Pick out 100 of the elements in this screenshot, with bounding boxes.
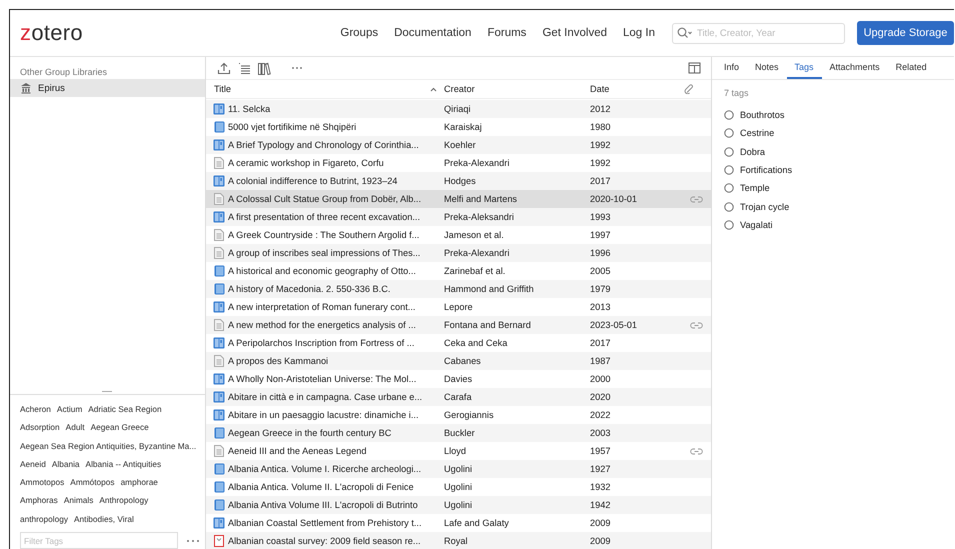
more-icon[interactable] <box>186 538 200 542</box>
item-row[interactable]: Albania Antica. Volume II. L'acropoli di Fenice Ugolini 1932 <box>206 478 711 496</box>
tag-link[interactable]: amphorae <box>120 473 158 492</box>
columns-icon[interactable] <box>688 62 701 74</box>
date-cell-text: 1996 <box>590 248 612 258</box>
tag-link[interactable]: Actium <box>56 400 82 418</box>
tag-circle-icon <box>724 183 734 194</box>
upgrade-button[interactable]: Upgrade Storage <box>857 21 954 45</box>
item-row[interactable]: 11. Selcka Qiriaqi 2012 <box>206 100 711 118</box>
creator-cell-text: Ugolini <box>444 500 474 510</box>
book-icon <box>214 121 224 133</box>
tag-link[interactable]: Animals <box>64 491 94 510</box>
pane-tab[interactable]: Related <box>888 57 935 79</box>
nav-link[interactable]: Forums <box>487 27 526 39</box>
zotero-logo[interactable]: zotero <box>20 20 83 46</box>
item-row[interactable]: A Peripolarchos Inscription from Fortress of ... Ceka and Ceka 2017 <box>206 334 711 352</box>
item-row[interactable]: A colonial indifference to Butrint, 1923–24 Hodges 2017 <box>206 172 711 190</box>
tag-link[interactable]: Anthropology <box>99 491 148 510</box>
creator-cell-text: Fontana and Bernard <box>444 320 532 330</box>
creator-cell-text: Hodges <box>444 176 477 186</box>
item-row[interactable]: A propos des Kammanoi Cabanes 1987 <box>206 352 711 370</box>
document-icon <box>214 229 224 241</box>
title-cell-text: A ceramic workshop in Figareto, Corfu <box>228 158 385 168</box>
document-icon <box>214 355 224 367</box>
item-row[interactable]: Albania Antica. Volume I. Ricerche archeologi... Ugolini 1927 <box>206 460 711 478</box>
link-icon[interactable] <box>690 320 703 330</box>
tag-link[interactable]: Acheron <box>20 400 51 418</box>
item-row[interactable]: A historical and economic geography of Otto... Zarinebaf et al. 2005 <box>206 262 711 280</box>
date-cell-text: 2009 <box>590 518 612 528</box>
creator-cell-text: Royal <box>444 536 468 546</box>
tag-link[interactable]: Adriatic Sea Region <box>88 400 162 418</box>
document-icon <box>214 319 224 331</box>
nav-link[interactable]: Groups <box>340 27 378 39</box>
library-item[interactable]: Epirus <box>10 79 205 97</box>
item-row[interactable]: 5000 vjet fortifikime në Shqipëri Karaiskaj 1980 <box>206 118 711 136</box>
tag-link[interactable]: Amphoras <box>20 491 58 510</box>
pane-tab[interactable]: Info <box>716 57 748 79</box>
nav-link[interactable]: Documentation <box>394 27 472 39</box>
item-row[interactable]: Abitare in città e in campagna. Case urbane e... Carafa 2020 <box>206 388 711 406</box>
column-header[interactable]: Date <box>590 84 684 94</box>
filter-tags-field[interactable]: Filter Tags <box>20 532 178 549</box>
column-header[interactable]: Creator <box>444 84 590 94</box>
tag-link[interactable]: Adsorption <box>20 418 60 437</box>
item-row[interactable]: Albania Antiva Volume III. L'acropoli di Butrinto Ugolini 1942 <box>206 496 711 514</box>
tag-link[interactable]: Ammótopos <box>70 473 115 492</box>
tag-link[interactable]: Aegean Sea Region Antiquities, Byzantine Ma... <box>20 436 196 455</box>
item-row[interactable]: A Greek Countryside : The Southern Argolid f... Jameson et al. 1997 <box>206 226 711 244</box>
title-cell-text: A Peripolarchos Inscription from Fortress of ... <box>228 338 416 348</box>
tag-label: Temple <box>740 183 770 194</box>
item-row[interactable]: A new method for the energetics analysis of ... Fontana and Bernard 2023-05-01 <box>206 316 711 334</box>
item-row[interactable]: A group of inscribes seal impressions of Thes... Preka-Alexandri 1996 <box>206 244 711 262</box>
link-icon[interactable] <box>690 446 703 456</box>
date-cell-text: 1942 <box>590 500 612 510</box>
tag-label: Dobra <box>740 146 766 157</box>
upload-icon[interactable] <box>217 62 231 74</box>
tag-link[interactable]: Aeneid <box>20 454 46 474</box>
more-icon[interactable] <box>291 66 303 70</box>
item-row[interactable]: Albanian coastal survey: 2009 field season re... Royal 2009 <box>206 532 711 549</box>
search-field[interactable]: Title, Creator, Year <box>672 22 845 44</box>
tag-link[interactable]: Antibodies, Viral <box>74 510 134 528</box>
book-section-icon <box>213 517 225 529</box>
books-icon[interactable] <box>257 62 271 74</box>
item-row[interactable]: A Brief Typology and Chronology of Corinthia... Koehler 1992 <box>206 136 711 154</box>
book-icon <box>214 427 224 439</box>
pane-tab[interactable]: Attachments <box>822 57 888 79</box>
item-row[interactable]: A history of Macedonia. 2. 550-336 B.C. Hammond and Griffith 1979 <box>206 280 711 298</box>
nav-link[interactable]: Get Involved <box>542 27 608 39</box>
item-row[interactable]: A new interpretation of Roman funerary cont... Lepore 2013 <box>206 298 711 316</box>
pane-tab[interactable]: Notes <box>747 57 787 79</box>
title-cell-text: A new interpretation of Roman funerary cont... <box>228 302 416 312</box>
tag-link[interactable]: Ammotopos <box>20 473 64 492</box>
item-row[interactable]: A Colossal Cult Statue Group from Dobër, Alb... Melfi and Martens 2020-10-01 <box>206 190 711 208</box>
creator-cell-text: Preka-Aleksandri <box>444 212 515 222</box>
tag-link[interactable]: Albania -- Antiquities <box>86 454 162 474</box>
list-icon[interactable] <box>237 62 251 74</box>
nav-link[interactable]: Log In <box>623 27 655 39</box>
title-cell-text: A group of inscribes seal impressions of Thes... <box>228 248 422 258</box>
title-cell-text: Abitare in un paesaggio lacustre: dinamiche i... <box>228 410 420 420</box>
tag-link[interactable]: Aegean Greece <box>90 418 149 437</box>
creator-cell-text: Ugolini <box>444 464 474 474</box>
creator-cell-text: Cabanes <box>444 356 482 366</box>
date-cell-text: 1957 <box>590 446 612 456</box>
book-icon <box>214 463 224 475</box>
item-row[interactable]: Aegean Greece in the fourth century BC Buckler 2003 <box>206 424 711 442</box>
item-row[interactable]: Abitare in un paesaggio lacustre: dinamiche i... Gerogiannis 2022 <box>206 406 711 424</box>
tag-link[interactable]: anthropology <box>20 510 68 528</box>
creator-cell-text: Qiriaqi <box>444 104 472 114</box>
tag-link[interactable]: Adult <box>66 418 85 437</box>
item-row[interactable]: A Wholly Non-Aristotelian Universe: The Mol... Davies 2000 <box>206 370 711 388</box>
document-icon <box>214 445 224 457</box>
item-row[interactable]: Albanian Coastal Settlement from Prehistory t... Lafe and Galaty 2009 <box>206 514 711 532</box>
sort-icon <box>430 86 437 92</box>
pane-tab[interactable]: Tags <box>786 57 822 79</box>
item-row[interactable]: A first presentation of three recent excavation... Preka-Aleksandri 1993 <box>206 208 711 226</box>
item-row[interactable]: A ceramic workshop in Figareto, Corfu Preka-Alexandri 1992 <box>206 154 711 172</box>
tag-link[interactable]: Albania <box>52 454 80 474</box>
item-row[interactable]: Aeneid III and the Aeneas Legend Lloyd 1957 <box>206 442 711 460</box>
library-icon <box>20 82 32 94</box>
title-cell-text: 11. Selcka <box>228 104 272 114</box>
column-header[interactable]: Title <box>206 84 430 94</box>
